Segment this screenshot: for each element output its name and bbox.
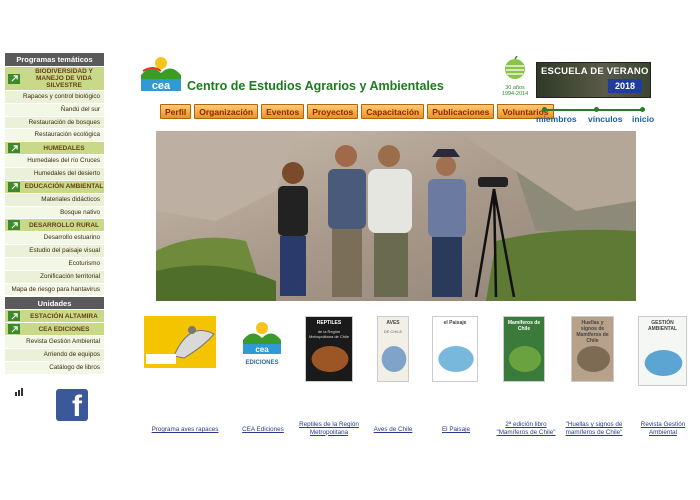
nav-perfil[interactable]: Perfil xyxy=(160,104,192,119)
svg-text:cea: cea xyxy=(255,345,269,354)
sidebar: Programas temáticos BIODIVERSIDAD Y MANEJ… xyxy=(5,53,104,374)
book-cover-art xyxy=(438,346,474,372)
arrow-up-right-icon xyxy=(8,324,20,335)
sidebar-header-programs: Programas temáticos xyxy=(5,53,104,66)
anniversary-badge[interactable]: 30 años 1994-2014 xyxy=(500,55,530,97)
link-vinculos[interactable]: vínculos xyxy=(588,114,622,124)
book-cover[interactable]: Mamíferos de Chile xyxy=(503,316,545,382)
book-cover-art xyxy=(508,346,542,372)
summer-title: ESCUELA DE VERANO xyxy=(541,66,649,77)
main-photo xyxy=(156,131,636,301)
book-cover-art xyxy=(576,346,611,372)
sidebar-item[interactable]: Restauración de bosques xyxy=(5,115,104,129)
book-cover[interactable]: cea EDICIONES xyxy=(241,318,283,370)
arrow-up-right-icon xyxy=(8,143,20,154)
book-cover-title: AVES xyxy=(386,320,400,326)
book-cover[interactable]: AVES DE CHILE xyxy=(377,316,409,382)
sidebar-item[interactable]: Rapaces y control biológico xyxy=(5,90,104,103)
book-cover[interactable]: REPTILES de la Región Metropolitana de Ch… xyxy=(305,316,353,382)
sidebar-item[interactable]: Ñandú del sur xyxy=(5,102,104,116)
book-cover[interactable]: Huellas y signos de Mamíferos de Chile xyxy=(571,316,614,382)
facebook-icon[interactable]: f xyxy=(56,389,88,423)
summer-year: 2018 xyxy=(608,79,642,93)
link-inicio[interactable]: inicio xyxy=(632,114,654,124)
anniversary-ball-icon xyxy=(505,55,525,79)
sidebar-item[interactable]: Catálogo de libros xyxy=(5,360,104,374)
sidebar-item[interactable]: Ecoturismo xyxy=(5,256,104,270)
sidebar-section-title: CEA EDICIONES xyxy=(38,325,90,333)
sidebar-item[interactable]: Humedales del río Cruces xyxy=(5,154,104,167)
arrow-up-right-icon xyxy=(8,220,20,231)
sidebar-section-title: EDUCACIÓN AMBIENTAL xyxy=(24,183,104,191)
sidebar-item[interactable]: Desarrollo estuarino xyxy=(5,231,104,245)
dot-marker xyxy=(640,107,645,112)
book-cover-art xyxy=(311,346,349,372)
book-link[interactable]: CEA Ediciones xyxy=(240,426,286,434)
summer-school-banner[interactable]: ESCUELA DE VERANO 2018 xyxy=(536,62,651,98)
sidebar-item[interactable]: Revista Gestión Ambiental xyxy=(5,335,104,349)
cea-logo[interactable]: cea xyxy=(139,55,183,93)
sidebar-section[interactable]: ESTACIÓN ALTAMIRA xyxy=(5,309,104,323)
book-cover[interactable]: el Paisaje xyxy=(432,316,478,382)
nav-publicaciones[interactable]: Publicaciones xyxy=(427,104,495,119)
sidebar-section-title: HUMEDALES xyxy=(43,144,85,152)
sidebar-item[interactable]: Zonificación territorial xyxy=(5,269,104,283)
book-cover-art xyxy=(381,346,407,372)
sidebar-section[interactable]: EDUCACIÓN AMBIENTAL xyxy=(5,179,104,193)
sidebar-item[interactable]: Materiales didácticos xyxy=(5,192,104,206)
member-links: miembros vínculos inicio xyxy=(536,106,656,126)
arrow-up-right-icon xyxy=(8,181,20,192)
book-cover[interactable] xyxy=(144,316,216,368)
sidebar-section[interactable]: DESARROLLO RURAL xyxy=(5,218,104,232)
sidebar-section[interactable]: HUMEDALES xyxy=(5,141,104,155)
sidebar-section-title: ESTACIÓN ALTAMIRA xyxy=(30,312,98,320)
sidebar-section[interactable]: CEA EDICIONES xyxy=(5,322,104,336)
nav-eventos[interactable]: Eventos xyxy=(261,104,305,119)
book-cover-title: REPTILES xyxy=(316,320,342,326)
book-link[interactable]: El Paisaje xyxy=(439,426,473,434)
dot-marker xyxy=(594,107,599,112)
sidebar-item[interactable]: Mapa de riesgo para hantavirus xyxy=(5,282,104,296)
book-cover-title: GESTIÓN AMBIENTAL xyxy=(647,320,678,332)
arrow-up-right-icon xyxy=(8,311,20,322)
book-link[interactable]: Programa aves rapaces xyxy=(149,426,221,434)
sidebar-section[interactable]: BIODIVERSIDAD Y MANEJO DE VIDA SILVESTRE xyxy=(5,66,104,90)
svg-text:EDICIONES: EDICIONES xyxy=(245,360,278,366)
sidebar-item[interactable]: Estudio del paisaje visual xyxy=(5,244,104,257)
book-link[interactable]: "Huellas y signos de mamíferos de Chile" xyxy=(563,421,625,436)
book-link[interactable]: Reptiles de la Región Metropolitana xyxy=(296,421,362,436)
arrow-up-right-icon xyxy=(8,73,20,84)
book-cover-title: el Paisaje xyxy=(443,320,467,326)
sidebar-header-units: Unidades xyxy=(5,296,104,310)
main-nav: Perfil Organización Eventos Proyectos Capaci… xyxy=(160,104,554,119)
sidebar-item[interactable]: Bosque nativo xyxy=(5,205,104,219)
anniv-line2: 1994-2014 xyxy=(501,91,529,97)
sidebar-section-title: DESARROLLO RURAL xyxy=(28,221,100,229)
sidebar-section-title: BIODIVERSIDAD Y MANEJO DE VIDA SILVESTRE xyxy=(35,68,93,89)
nav-organizacion[interactable]: Organización xyxy=(194,104,259,119)
book-cover-title: Mamíferos de Chile xyxy=(507,320,541,332)
book-cover-subtitle: DE CHILE xyxy=(383,329,403,334)
bar-chart-icon[interactable] xyxy=(15,388,23,396)
book-link[interactable]: Aves de Chile xyxy=(371,426,415,434)
book-cover-art xyxy=(644,350,683,376)
sidebar-item[interactable]: Arriendo de equipos xyxy=(5,348,104,361)
sidebar-item[interactable]: Humedales del desierto xyxy=(5,166,104,180)
book-link[interactable]: 2ª edición libro "Mamíferos de Chile" xyxy=(492,421,560,436)
org-name[interactable]: Centro de Estudios Agrarios y Ambientale… xyxy=(187,79,444,93)
logo-text: cea xyxy=(152,80,171,92)
link-miembros[interactable]: miembros xyxy=(536,114,577,124)
nav-proyectos[interactable]: Proyectos xyxy=(307,104,359,119)
book-cover[interactable]: GESTIÓN AMBIENTAL xyxy=(638,316,687,386)
sidebar-item[interactable]: Restauración ecológica xyxy=(5,128,104,142)
nav-capacitacion[interactable]: Capacitación xyxy=(361,104,425,119)
dot-marker xyxy=(542,107,547,112)
book-link[interactable]: Revista Gestión Ambiental xyxy=(640,421,686,436)
